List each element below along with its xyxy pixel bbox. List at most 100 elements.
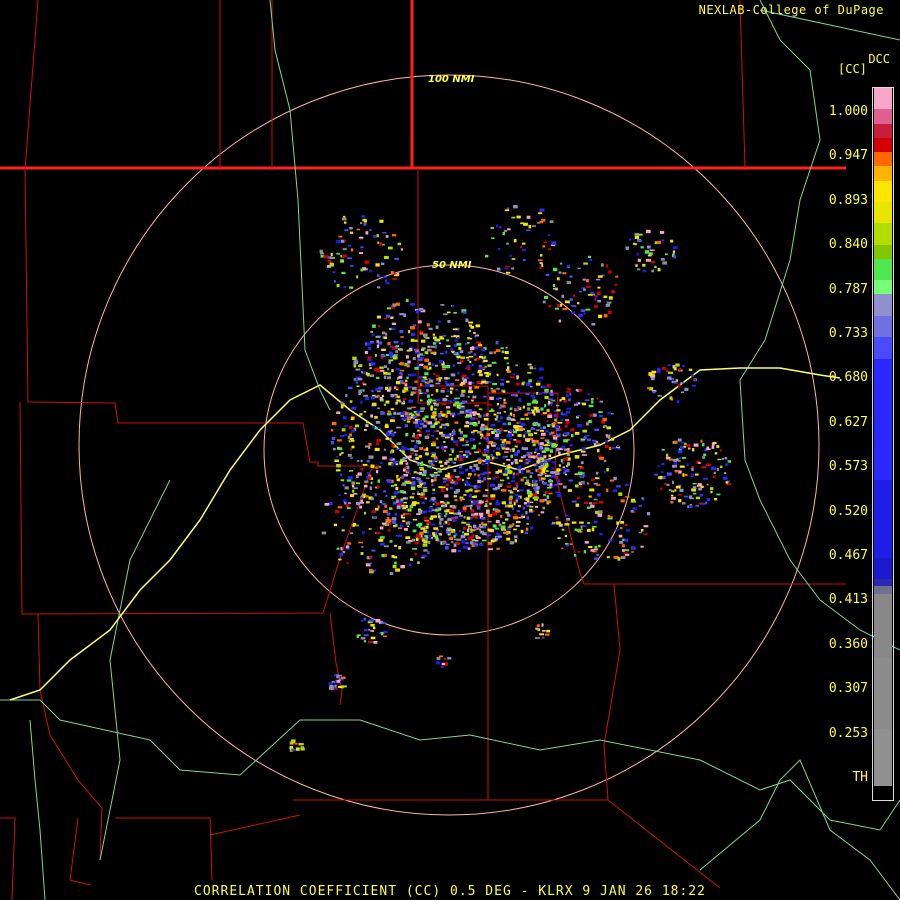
echo-pixel bbox=[514, 408, 517, 412]
echo-pixel bbox=[706, 498, 711, 501]
echo-pixel bbox=[433, 372, 436, 375]
state-borders bbox=[0, 0, 846, 170]
echo-pixel bbox=[567, 398, 571, 402]
echo-pixel bbox=[375, 467, 379, 469]
echo-pixel bbox=[411, 481, 416, 485]
echo-pixel bbox=[491, 361, 497, 364]
echo-pixel bbox=[429, 473, 435, 476]
echo-pixel bbox=[586, 506, 591, 509]
echo-pixel bbox=[359, 505, 362, 509]
echo-pixel bbox=[512, 373, 516, 376]
product-caption: CORRELATION COEFFICIENT (CC) 0.5 DEG - K… bbox=[194, 884, 706, 899]
echo-pixel bbox=[458, 437, 463, 439]
echo-pixel bbox=[336, 284, 340, 288]
echo-pixel bbox=[704, 501, 708, 505]
echo-pixel bbox=[424, 381, 427, 384]
echo-pixel bbox=[543, 499, 547, 501]
echo-pixel bbox=[523, 476, 527, 479]
echo-pixel bbox=[372, 626, 376, 630]
echo-pixel bbox=[376, 335, 381, 338]
echo-pixel bbox=[456, 343, 462, 346]
echo-pixel bbox=[540, 430, 545, 432]
echo-pixel bbox=[493, 351, 497, 354]
echo-pixel bbox=[574, 403, 579, 406]
echo-pixel bbox=[439, 533, 442, 536]
echo-pixel bbox=[556, 447, 560, 452]
echo-pixel bbox=[543, 472, 547, 475]
echo-pixel bbox=[555, 491, 560, 494]
echo-pixel bbox=[427, 465, 431, 468]
echo-pixel bbox=[389, 328, 392, 331]
echo-pixel bbox=[374, 354, 377, 357]
echo-pixel bbox=[596, 278, 601, 281]
echo-pixel bbox=[364, 350, 368, 354]
echo-pixel bbox=[594, 428, 600, 431]
echo-pixel bbox=[469, 541, 474, 544]
echo-pixel bbox=[496, 430, 502, 433]
echo-pixel bbox=[353, 493, 358, 495]
echo-pixel bbox=[561, 294, 564, 298]
echo-pixel bbox=[462, 531, 465, 534]
echo-pixel bbox=[566, 265, 570, 268]
echo-pixel bbox=[384, 365, 387, 368]
echo-pixel bbox=[475, 543, 478, 547]
echo-pixel bbox=[686, 444, 691, 447]
echo-pixel bbox=[514, 493, 519, 496]
colorbar-segment bbox=[874, 337, 892, 359]
echo-pixel bbox=[495, 415, 499, 419]
echo-pixel bbox=[431, 443, 435, 446]
echo-pixel bbox=[513, 528, 517, 531]
echo-pixel bbox=[518, 505, 521, 508]
echo-pixel bbox=[506, 271, 511, 274]
echo-pixel bbox=[497, 267, 501, 271]
echo-pixel bbox=[605, 434, 608, 436]
echo-pixel bbox=[565, 391, 571, 393]
echo-pixel bbox=[491, 389, 497, 393]
echo-pixel bbox=[647, 245, 651, 249]
echo-pixel bbox=[507, 469, 511, 473]
colorbar-segment bbox=[874, 244, 892, 259]
echo-pixel bbox=[321, 531, 327, 535]
echo-pixel bbox=[431, 537, 434, 539]
echo-pixel bbox=[345, 504, 350, 507]
echo-pixel bbox=[518, 459, 523, 462]
echo-pixel bbox=[330, 253, 333, 257]
echo-pixel bbox=[376, 485, 380, 489]
echo-pixel bbox=[329, 263, 334, 267]
echo-pixel bbox=[360, 222, 363, 225]
echo-pixel bbox=[474, 490, 478, 493]
colorbar-segment bbox=[874, 728, 892, 786]
echo-pixel bbox=[596, 484, 601, 486]
echo-pixel bbox=[667, 472, 672, 476]
echo-pixel bbox=[605, 444, 609, 448]
echo-pixel bbox=[570, 428, 575, 432]
echo-pixel bbox=[319, 249, 323, 253]
echo-pixel bbox=[358, 541, 363, 544]
echo-pixel bbox=[608, 296, 613, 300]
echo-pixel bbox=[545, 273, 550, 276]
echo-pixel bbox=[486, 457, 490, 460]
echo-pixel bbox=[459, 383, 464, 386]
echo-pixel bbox=[583, 550, 586, 554]
echo-pixel bbox=[421, 510, 427, 514]
echo-pixel bbox=[454, 499, 458, 502]
echo-pixel bbox=[340, 547, 343, 551]
echo-pixel bbox=[364, 511, 366, 515]
echo-pixel bbox=[417, 493, 421, 495]
echo-pixel bbox=[441, 387, 446, 390]
echo-pixel bbox=[476, 485, 481, 489]
echo-pixel bbox=[533, 496, 538, 499]
echo-pixel bbox=[383, 509, 388, 513]
echo-pixel bbox=[456, 355, 461, 359]
echo-pixel bbox=[392, 234, 397, 237]
echo-pixel bbox=[703, 453, 707, 457]
echo-pixel bbox=[391, 495, 395, 499]
echo-pixel bbox=[605, 264, 609, 268]
echo-pixel bbox=[631, 546, 636, 550]
echo-pixel bbox=[384, 504, 388, 508]
echo-pixel bbox=[467, 366, 471, 370]
echo-pixel bbox=[349, 400, 353, 403]
echo-pixel bbox=[372, 425, 375, 429]
echo-pixel bbox=[598, 544, 601, 548]
echo-pixel bbox=[387, 410, 391, 413]
